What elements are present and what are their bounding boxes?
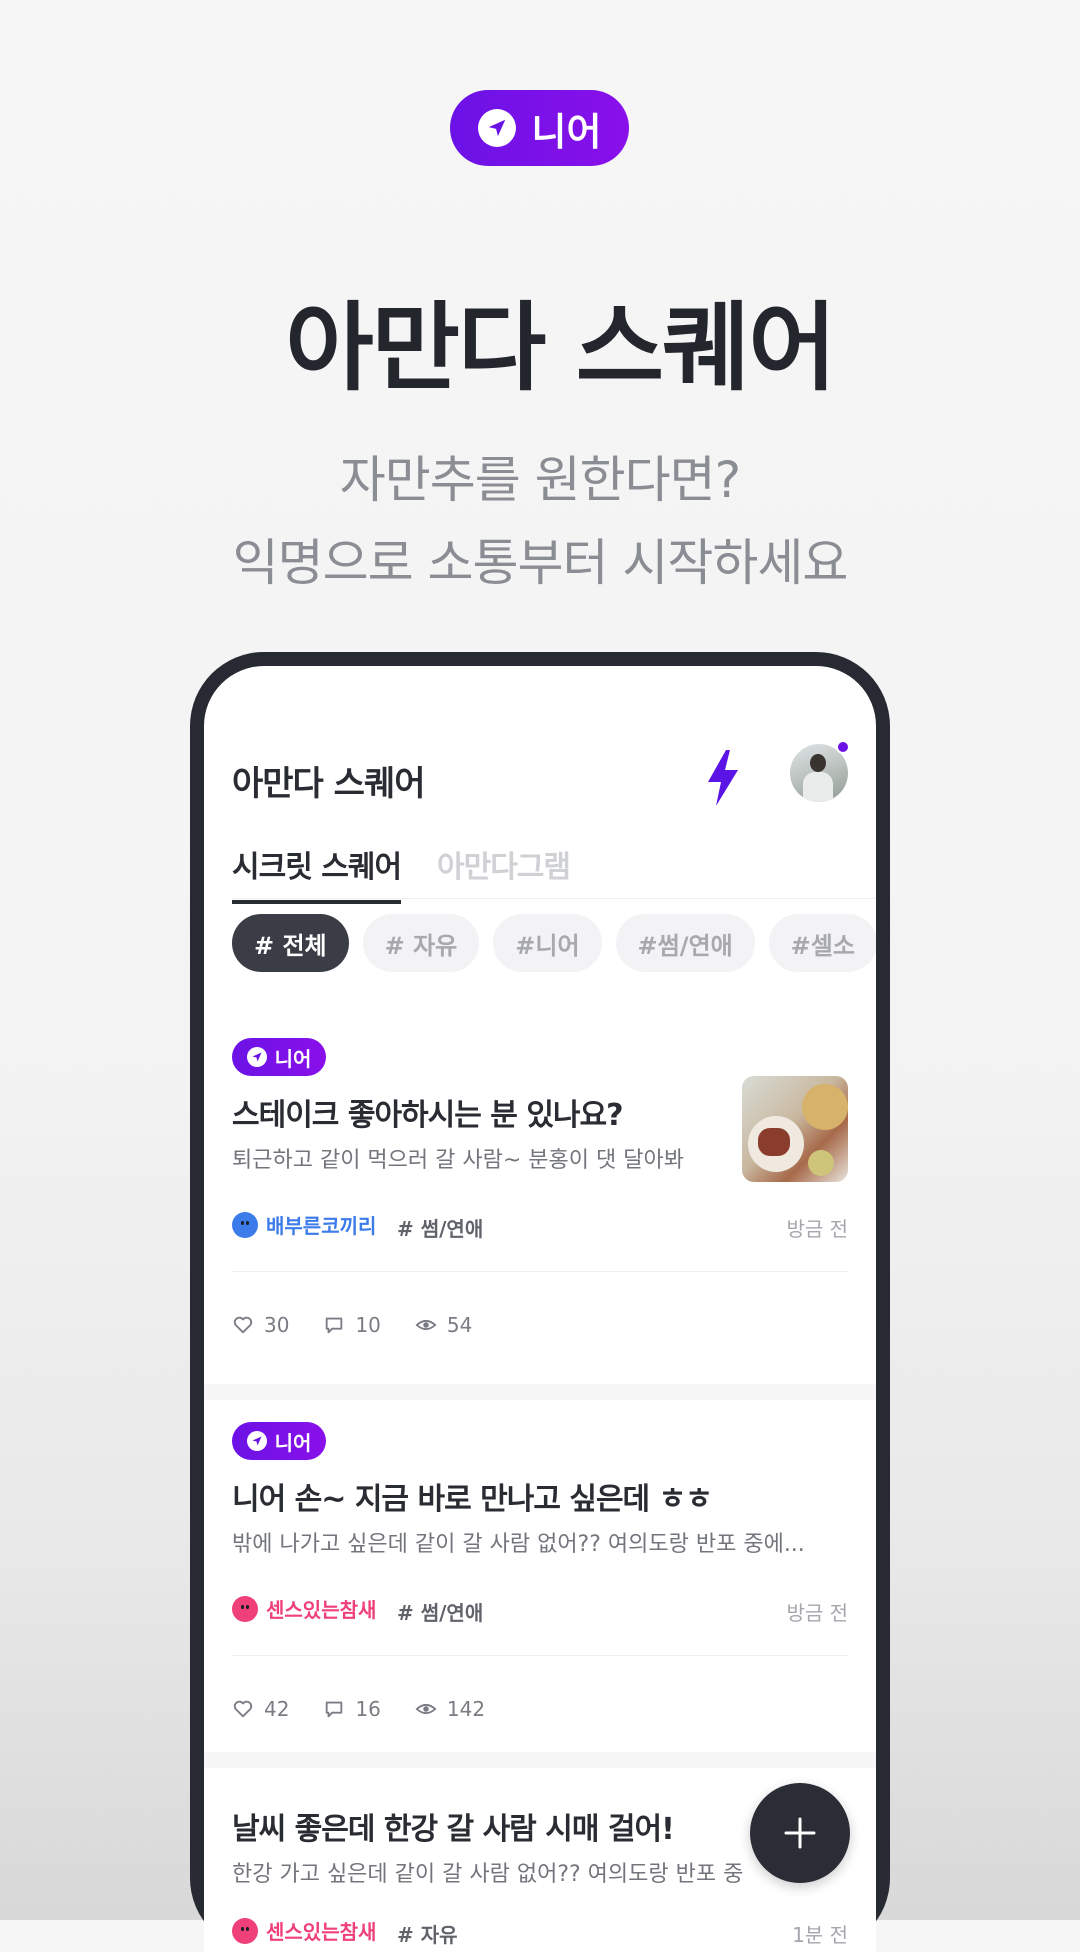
near-badge-label: 니어 <box>274 1430 312 1455</box>
comment-icon <box>326 1701 343 1718</box>
post-category: # 썸/연애 <box>397 1217 484 1241</box>
view-stat: 142 <box>415 1694 485 1724</box>
view-count: 54 <box>446 1313 473 1337</box>
like-count: 42 <box>264 1697 290 1721</box>
post-time: 1분 전 <box>792 1923 848 1947</box>
location-arrow-icon <box>246 1047 267 1067</box>
like-stat[interactable]: 42 <box>232 1694 289 1724</box>
post-meta: 센스있는참새 # 자유 1분 전 <box>232 1916 848 1950</box>
author-avatar-icon <box>232 1211 258 1238</box>
post-title[interactable]: 니어 손~ 지금 바로 만나고 싶은데 ㅎㅎ <box>232 1474 713 1518</box>
post-thumbnail[interactable] <box>742 1076 848 1182</box>
author[interactable]: 센스있는참새 <box>232 1916 376 1945</box>
author-name: 배부른코끼리 <box>266 1214 377 1238</box>
near-badge: 니어 <box>232 1422 326 1460</box>
post-preview: 퇴근하고 같이 먹으러 갈 사람~ 분홍이 댓 달아봐 <box>232 1148 684 1173</box>
near-badge-pill: 니어 <box>450 90 629 166</box>
post-title[interactable]: 스테이크 좋아하시는 분 있나요? <box>232 1090 624 1134</box>
author-avatar-icon <box>232 1917 258 1944</box>
divider <box>232 1655 848 1656</box>
hero-title: 아만다 스퀘어 <box>285 292 836 404</box>
view-count: 142 <box>446 1697 486 1721</box>
post-stats: 42 16 142 <box>232 1694 485 1724</box>
post-title[interactable]: 날씨 좋은데 한강 갈 사람 시매 걸어! <box>232 1804 675 1848</box>
post-stats: 30 10 54 <box>232 1310 472 1340</box>
post-time: 방금 전 <box>786 1601 848 1625</box>
location-arrow-icon <box>477 109 516 147</box>
post-preview: 밖에 나가고 싶은데 같이 갈 사람 없어?? 여의도랑 반포 중에... <box>232 1532 805 1557</box>
notification-dot <box>836 740 850 754</box>
post-category: # 썸/연애 <box>397 1601 484 1625</box>
author-avatar-icon <box>232 1595 258 1622</box>
chip-self-intro[interactable]: #셀소 <box>768 914 876 972</box>
app-title: 아만다 스퀘어 <box>232 764 426 804</box>
hero-subtitle-line2: 익명으로 소통부터 시작하세요 <box>232 534 849 592</box>
chip-near[interactable]: #니어 <box>493 914 602 972</box>
chip-dating[interactable]: #썸/연애 <box>615 914 755 972</box>
author[interactable]: 배부른코끼리 <box>232 1210 376 1239</box>
location-arrow-icon <box>246 1431 267 1451</box>
near-badge: 니어 <box>232 1038 326 1076</box>
post-meta: 센스있는참새 # 썸/연애 방금 전 <box>232 1594 848 1628</box>
lightning-icon[interactable] <box>706 750 740 806</box>
heart-icon <box>233 1316 253 1334</box>
app-header: 아만다 스퀘어 <box>232 740 850 808</box>
tab-bar: 시크릿 스퀘어 아만다그램 <box>232 838 876 904</box>
comment-icon <box>326 1317 343 1334</box>
eye-icon <box>415 1319 437 1331</box>
view-stat: 54 <box>415 1310 472 1340</box>
chip-free[interactable]: # 자유 <box>362 914 480 972</box>
post-card[interactable]: 니어 스테이크 좋아하시는 분 있나요? 퇴근하고 같이 먹으러 갈 사람~ 분… <box>204 1016 876 1384</box>
tab-amandagram[interactable]: 아만다그램 <box>437 842 571 886</box>
near-badge-label: 니어 <box>531 109 602 154</box>
plus-icon <box>784 1817 816 1849</box>
post-time: 방금 전 <box>786 1217 848 1241</box>
write-post-button[interactable] <box>750 1783 850 1883</box>
heart-icon <box>233 1700 253 1718</box>
tab-secret-square[interactable]: 시크릿 스퀘어 <box>232 842 402 904</box>
post-card[interactable]: 니어 니어 손~ 지금 바로 만나고 싶은데 ㅎㅎ 밖에 나가고 싶은데 같이 … <box>204 1384 876 1768</box>
hero-subtitle-line1: 자만추를 원한다면? <box>339 451 741 509</box>
author[interactable]: 센스있는참새 <box>232 1594 376 1623</box>
comment-count: 16 <box>355 1697 381 1721</box>
phone-mockup: 아만다 스퀘어 시크릿 스퀘어 아만다그램 # 전체 # 자유 #니어 #썸/연… <box>190 652 890 1952</box>
eye-icon <box>415 1703 437 1715</box>
post-category: # 자유 <box>397 1923 458 1947</box>
comment-stat[interactable]: 10 <box>323 1310 381 1340</box>
author-name: 센스있는참새 <box>266 1598 377 1622</box>
near-badge-label: 니어 <box>274 1046 312 1071</box>
category-chips: # 전체 # 자유 #니어 #썸/연애 #셀소 # <box>232 914 876 974</box>
comment-count: 10 <box>355 1313 381 1337</box>
like-count: 30 <box>264 1313 290 1337</box>
divider <box>232 1271 848 1272</box>
comment-stat[interactable]: 16 <box>323 1694 381 1724</box>
chip-all[interactable]: # 전체 <box>232 914 349 972</box>
author-name: 센스있는참새 <box>266 1920 377 1944</box>
like-stat[interactable]: 30 <box>232 1310 289 1340</box>
post-meta: 배부른코끼리 # 썸/연애 방금 전 <box>232 1210 848 1244</box>
app-screen: 아만다 스퀘어 시크릿 스퀘어 아만다그램 # 전체 # 자유 #니어 #썸/연… <box>204 666 876 1952</box>
post-preview: 한강 가고 싶은데 같이 갈 사람 없어?? 여의도랑 반포 중 <box>232 1862 744 1887</box>
